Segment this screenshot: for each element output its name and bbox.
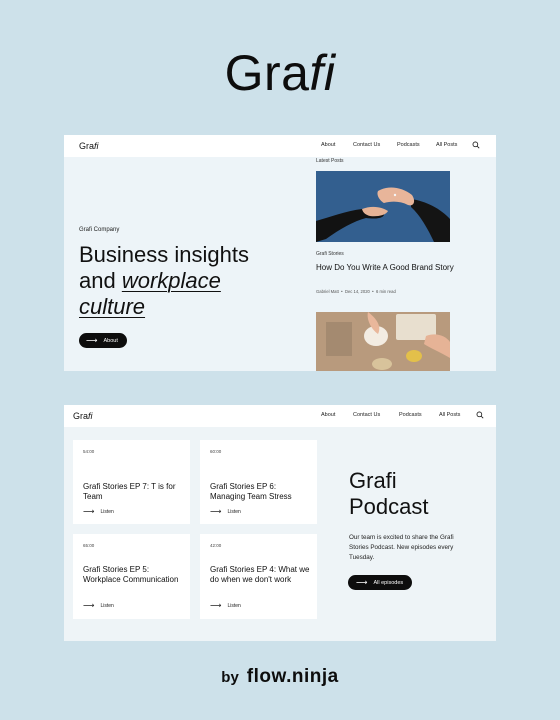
nav-link-about[interactable]: About	[321, 142, 335, 148]
about-button-label: About	[103, 337, 118, 344]
brand-logo: Grafi	[0, 44, 560, 102]
post-meta: Gabriel Matt • Dec 14, 2020 • 6 min read	[316, 289, 396, 294]
podcast-description: Our team is excited to share the Grafi S…	[349, 534, 454, 561]
nav-link-podcasts[interactable]: Podcasts	[397, 142, 420, 148]
footer-by: by	[221, 669, 239, 686]
listen-link[interactable]: ⟶ Listen	[210, 602, 241, 610]
arrow-right-icon: ⟶	[83, 507, 95, 516]
arrow-right-icon: ⟶	[86, 335, 98, 345]
nav-link-all-posts[interactable]: All Posts	[436, 142, 457, 148]
flow-ninja-logo: flow.ninja	[246, 666, 339, 687]
nav-link-contact[interactable]: Contact Us	[353, 142, 380, 148]
search-icon[interactable]	[476, 411, 484, 419]
episode-card-6[interactable]: 60:00 Grafi Stories EP 6: Managing Team …	[200, 440, 317, 524]
episode-card-7[interactable]: 54:00 Grafi Stories EP 7: T is for Team …	[73, 440, 190, 524]
all-episodes-label: All episodes	[373, 579, 404, 586]
episode-title: Grafi Stories EP 7: T is for Team	[83, 482, 176, 501]
footer-credit: by flow.ninja	[0, 666, 560, 688]
brand-logo-italic: fi	[309, 45, 336, 101]
search-icon[interactable]	[472, 141, 480, 149]
episode-duration: 60:00	[210, 449, 222, 454]
post-image-desk[interactable]	[316, 312, 450, 371]
about-button[interactable]: ⟶ About	[79, 333, 127, 348]
episode-title: Grafi Stories EP 5: Workplace Communicat…	[83, 565, 179, 584]
nav-logo[interactable]: Grafi	[79, 141, 99, 151]
brand-logo-main: Gra	[224, 45, 310, 101]
post-image-hands[interactable]	[316, 171, 450, 242]
nav-link-all-posts[interactable]: All Posts	[439, 412, 460, 418]
top-nav: Grafi About Contact Us Podcasts All Post…	[64, 135, 496, 157]
nav-link-about[interactable]: About	[321, 412, 335, 418]
arrow-right-icon: ⟶	[210, 507, 222, 516]
episode-card-5[interactable]: 65:00 Grafi Stories EP 5: Workplace Comm…	[73, 534, 190, 619]
episode-duration: 42:00	[210, 543, 222, 548]
episode-card-4[interactable]: 42:00 Grafi Stories EP 4: What we do whe…	[200, 534, 317, 619]
latest-posts-label: Latest Posts	[316, 158, 344, 164]
blog-home-preview: Grafi About Contact Us Podcasts All Post…	[64, 135, 496, 371]
podcast-title: Grafi Podcast	[349, 468, 429, 519]
all-episodes-button[interactable]: ⟶ All episodes	[348, 575, 412, 590]
post-category: Grafi Stories	[316, 251, 344, 257]
episode-title: Grafi Stories EP 6: Managing Team Stress	[210, 482, 292, 501]
listen-link[interactable]: ⟶ Listen	[83, 508, 114, 516]
hero-eyebrow: Grafi Company	[79, 227, 120, 233]
episode-title: Grafi Stories EP 4: What we do when we d…	[210, 565, 310, 584]
arrow-right-icon: ⟶	[210, 601, 222, 610]
top-nav-podcast: Grafi About Contact Us Podcasts All Post…	[64, 405, 496, 427]
podcast-page-preview: Grafi About Contact Us Podcasts All Post…	[64, 405, 496, 641]
listen-link[interactable]: ⟶ Listen	[83, 602, 114, 610]
arrow-right-icon: ⟶	[356, 577, 368, 587]
listen-link[interactable]: ⟶ Listen	[210, 508, 241, 516]
arrow-right-icon: ⟶	[83, 601, 95, 610]
nav-link-podcasts[interactable]: Podcasts	[399, 412, 422, 418]
nav-logo[interactable]: Grafi	[73, 411, 93, 421]
episode-duration: 54:00	[83, 449, 95, 454]
post-title[interactable]: How Do You Write A Good Brand Story	[316, 263, 456, 273]
nav-link-contact[interactable]: Contact Us	[353, 412, 380, 418]
episode-duration: 65:00	[83, 543, 95, 548]
hero-title: Business insights and workplace culture	[79, 242, 249, 319]
